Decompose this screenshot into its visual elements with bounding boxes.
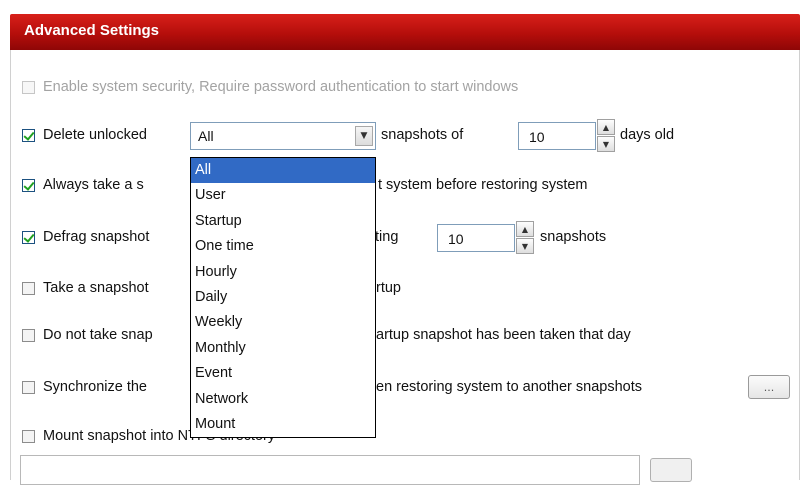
mount-path-input[interactable] <box>20 455 640 485</box>
defrag-row[interactable]: Defrag snapshot <box>22 226 149 248</box>
defrag-mid-row: ting <box>375 226 398 248</box>
mount-checkbox[interactable] <box>22 429 35 443</box>
dropdown-option[interactable]: One time <box>191 234 375 259</box>
delete-unlocked-label: Delete unlocked <box>43 127 147 143</box>
defrag-checkbox[interactable] <box>22 230 35 244</box>
take-startup-label: Take a snapshot <box>43 280 149 296</box>
dropdown-option[interactable]: Hourly <box>191 260 375 285</box>
days-old-value: 10 <box>529 129 545 145</box>
days-old-row: days old <box>620 124 674 146</box>
section-header: Advanced Settings <box>10 14 800 50</box>
snapshot-type-dropdown-list: All User Startup One time Hourly Daily Weekly M… <box>190 157 376 438</box>
snapshots-of-row: snapshots of <box>381 124 463 146</box>
defrag-count-value: 10 <box>448 231 464 247</box>
do-not-take-tail-row: artup snapshot has been taken that day <box>376 324 631 346</box>
defrag-post-row: snapshots <box>540 226 606 248</box>
synchronize-label: Synchronize the <box>43 379 147 395</box>
synchronize-row[interactable]: Synchronize the <box>22 376 147 398</box>
dropdown-option[interactable]: All <box>191 158 375 184</box>
synchronize-tail: en restoring system to another snapshots <box>376 379 642 395</box>
defrag-post: snapshots <box>540 229 607 245</box>
defrag-mid: ting <box>375 229 399 245</box>
always-take-tail: t system before restoring system <box>378 177 588 193</box>
do-not-take-row[interactable]: Do not take snap <box>22 324 153 346</box>
synchronize-checkbox[interactable] <box>22 380 35 394</box>
enable-security-checkbox[interactable] <box>22 80 35 94</box>
enable-security-label: Enable system security, Require password… <box>43 79 519 95</box>
synchronize-browse-button[interactable]: ... <box>748 375 790 399</box>
always-take-checkbox[interactable] <box>22 178 35 192</box>
snapshot-type-value: All <box>198 128 214 144</box>
always-take-tail-row: t system before restoring system <box>378 174 588 196</box>
snapshots-of-label: snapshots of <box>381 127 464 143</box>
dropdown-option[interactable]: Weekly <box>191 310 375 335</box>
triangle-up-icon[interactable]: ▲ <box>597 119 615 135</box>
dropdown-option[interactable]: Daily <box>191 285 375 310</box>
enable-security-row[interactable]: Enable system security, Require password… <box>22 76 518 98</box>
delete-unlocked-row: Delete unlocked <box>22 124 147 146</box>
dropdown-option[interactable]: Mount <box>191 412 375 437</box>
days-old-spin-buttons: ▲ ▼ <box>597 119 617 153</box>
dropdown-option[interactable]: User <box>191 183 375 208</box>
triangle-up-icon[interactable]: ▲ <box>516 221 534 237</box>
triangle-down-icon[interactable]: ▼ <box>597 136 615 152</box>
do-not-take-label: Do not take snap <box>43 327 153 343</box>
take-startup-tail: rtup <box>376 280 401 296</box>
defrag-label: Defrag snapshot <box>43 229 150 245</box>
synchronize-tail-row: en restoring system to another snapshots <box>376 376 642 398</box>
do-not-take-checkbox[interactable] <box>22 328 35 342</box>
always-take-row[interactable]: Always take a s <box>22 174 144 196</box>
dropdown-option[interactable]: Monthly <box>191 336 375 361</box>
settings-panel <box>10 50 800 480</box>
do-not-take-tail: artup snapshot has been taken that day <box>376 327 631 343</box>
take-startup-tail-row: rtup <box>376 277 401 299</box>
delete-unlocked-checkbox[interactable] <box>22 128 35 142</box>
section-title: Advanced Settings <box>24 22 160 39</box>
snapshot-type-combobox[interactable]: All ▼ <box>190 122 376 150</box>
dropdown-option[interactable]: Startup <box>191 209 375 234</box>
days-old-stepper[interactable]: 10 ▲ ▼ <box>518 119 615 152</box>
chevron-down-icon[interactable]: ▼ <box>355 126 373 146</box>
dropdown-option[interactable]: Event <box>191 361 375 386</box>
triangle-down-icon[interactable]: ▼ <box>516 238 534 254</box>
mount-browse-button[interactable] <box>650 458 692 482</box>
take-startup-checkbox[interactable] <box>22 281 35 295</box>
days-old-label: days old <box>620 127 675 143</box>
defrag-spin-buttons: ▲ ▼ <box>516 221 536 255</box>
dropdown-option[interactable]: Network <box>191 387 375 412</box>
defrag-count-stepper[interactable]: 10 ▲ ▼ <box>437 221 534 254</box>
take-startup-row[interactable]: Take a snapshot <box>22 277 149 299</box>
always-take-label: Always take a s <box>43 177 144 193</box>
